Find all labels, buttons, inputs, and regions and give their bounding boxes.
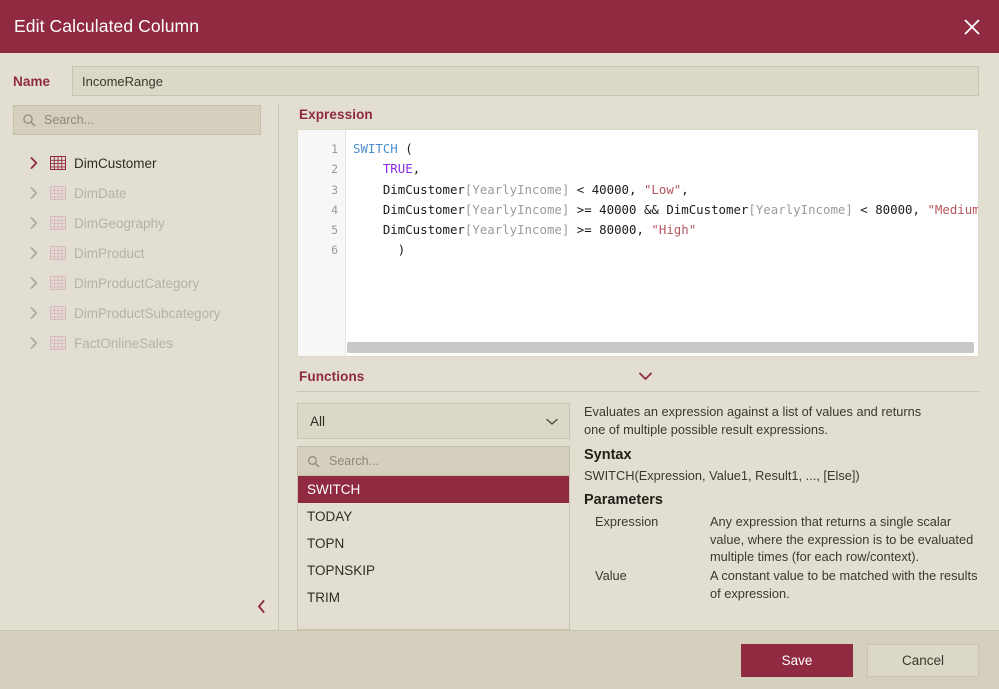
chevron-down-icon xyxy=(546,414,558,429)
dialog-footer: Save Cancel xyxy=(0,630,999,689)
dialog-body: Search... DimCustomer xyxy=(0,105,999,630)
functions-search-input[interactable]: Search... xyxy=(297,446,570,476)
table-icon xyxy=(50,216,66,230)
main-panel: Expression 1 2 3 4 5 6 SWITCH ( TRUE, Di… xyxy=(279,105,979,630)
expression-heading: Expression xyxy=(297,105,979,129)
function-item-topn[interactable]: TOPN xyxy=(298,530,569,557)
table-icon xyxy=(50,306,66,320)
syntax-heading: Syntax xyxy=(584,447,979,463)
sidebar-item-dimproduct[interactable]: DimProduct xyxy=(13,238,277,268)
parameter-name: Value xyxy=(584,567,710,602)
chevron-right-icon[interactable] xyxy=(27,337,41,349)
chevron-left-icon xyxy=(257,600,266,618)
functions-list-panel: All Search... xyxy=(297,403,570,630)
function-description: Evaluates an expression against a list o… xyxy=(584,403,944,438)
parameter-row: Expression Any expression that returns a… xyxy=(584,513,979,566)
sidebar-item-dimgeography[interactable]: DimGeography xyxy=(13,208,277,238)
function-item-today[interactable]: TODAY xyxy=(298,503,569,530)
table-icon xyxy=(50,186,66,200)
sidebar-item-label: DimProduct xyxy=(74,246,145,261)
sidebar-item-dimcustomer[interactable]: DimCustomer xyxy=(13,148,277,178)
functions-search-placeholder: Search... xyxy=(329,454,379,468)
function-category-value: All xyxy=(310,414,325,429)
editor-gutter: 1 2 3 4 5 6 xyxy=(298,130,346,356)
parameter-description: A constant value to be matched with the … xyxy=(710,567,979,602)
function-syntax: SWITCH(Expression, Value1, Result1, ...,… xyxy=(584,468,979,483)
dialog-titlebar: Edit Calculated Column xyxy=(0,0,999,53)
function-category-select[interactable]: All xyxy=(297,403,570,439)
parameter-description: Any expression that returns a single sca… xyxy=(710,513,979,566)
sidebar-item-label: DimProductSubcategory xyxy=(74,306,220,321)
table-icon xyxy=(50,336,66,350)
sidebar-item-label: DimProductCategory xyxy=(74,276,199,291)
close-button[interactable] xyxy=(945,0,999,53)
line-number: 4 xyxy=(298,200,345,220)
function-documentation-panel: Evaluates an expression against a list o… xyxy=(570,403,979,630)
scrollbar-thumb[interactable] xyxy=(347,342,974,353)
sidebar-item-dimdate[interactable]: DimDate xyxy=(13,178,277,208)
sidebar-item-label: DimDate xyxy=(74,186,127,201)
line-number: 6 xyxy=(298,240,345,260)
sidebar-item-factonlinesales[interactable]: FactOnlineSales xyxy=(13,328,277,358)
parameters-heading: Parameters xyxy=(584,492,979,508)
expression-editor[interactable]: 1 2 3 4 5 6 SWITCH ( TRUE, DimCustomer[Y… xyxy=(297,129,979,357)
edit-calculated-column-dialog: Edit Calculated Column Name IncomeRange xyxy=(0,0,999,689)
tables-tree: DimCustomer DimDate xyxy=(13,148,277,630)
line-number: 5 xyxy=(298,220,345,240)
name-input[interactable]: IncomeRange xyxy=(72,66,979,96)
name-label: Name xyxy=(13,74,63,89)
sidebar-search-input[interactable]: Search... xyxy=(13,105,261,135)
chevron-right-icon[interactable] xyxy=(27,187,41,199)
line-number: 1 xyxy=(298,139,345,159)
search-icon xyxy=(307,455,320,468)
sidebar-item-label: DimGeography xyxy=(74,216,165,231)
sidebar-item-label: FactOnlineSales xyxy=(74,336,173,351)
sidebar-item-dimproductsubcategory[interactable]: DimProductSubcategory xyxy=(13,298,277,328)
function-item-topnskip[interactable]: TOPNSKIP xyxy=(298,557,569,584)
chevron-right-icon[interactable] xyxy=(27,157,41,169)
line-number: 3 xyxy=(298,180,345,200)
line-number: 2 xyxy=(298,159,345,179)
chevron-right-icon[interactable] xyxy=(27,217,41,229)
functions-area: All Search... xyxy=(297,392,979,630)
dialog-title: Edit Calculated Column xyxy=(14,16,199,37)
close-icon xyxy=(963,18,981,36)
expression-code: SWITCH ( TRUE, DimCustomer[YearlyIncome]… xyxy=(353,139,978,261)
expression-code-area[interactable]: SWITCH ( TRUE, DimCustomer[YearlyIncome]… xyxy=(346,130,978,356)
parameter-row: Value A constant value to be matched wit… xyxy=(584,567,979,602)
functions-section-header: Functions xyxy=(297,357,979,384)
cancel-button[interactable]: Cancel xyxy=(867,644,979,677)
chevron-right-icon[interactable] xyxy=(27,247,41,259)
sidebar-item-label: DimCustomer xyxy=(74,156,157,171)
function-item-switch[interactable]: SWITCH xyxy=(298,476,569,503)
editor-horizontal-scrollbar[interactable] xyxy=(347,342,974,353)
table-icon xyxy=(50,246,66,260)
sidebar-collapse-button[interactable] xyxy=(252,600,270,618)
functions-collapse-button[interactable] xyxy=(637,370,653,384)
chevron-right-icon[interactable] xyxy=(27,307,41,319)
name-input-value: IncomeRange xyxy=(82,74,163,89)
chevron-right-icon[interactable] xyxy=(27,277,41,289)
tables-sidebar: Search... DimCustomer xyxy=(13,105,279,630)
sidebar-search-placeholder: Search... xyxy=(44,113,94,127)
chevron-down-icon xyxy=(639,368,652,386)
function-item-trim[interactable]: TRIM xyxy=(298,584,569,611)
parameter-name: Expression xyxy=(584,513,710,566)
functions-list[interactable]: SWITCH TODAY TOPN TOPNSKIP TRIM xyxy=(297,476,570,630)
name-row: Name IncomeRange xyxy=(0,53,999,105)
table-icon xyxy=(50,156,66,170)
save-button[interactable]: Save xyxy=(741,644,853,677)
sidebar-item-dimproductcategory[interactable]: DimProductCategory xyxy=(13,268,277,298)
functions-heading: Functions xyxy=(299,369,364,384)
table-icon xyxy=(50,276,66,290)
search-icon xyxy=(22,113,36,127)
